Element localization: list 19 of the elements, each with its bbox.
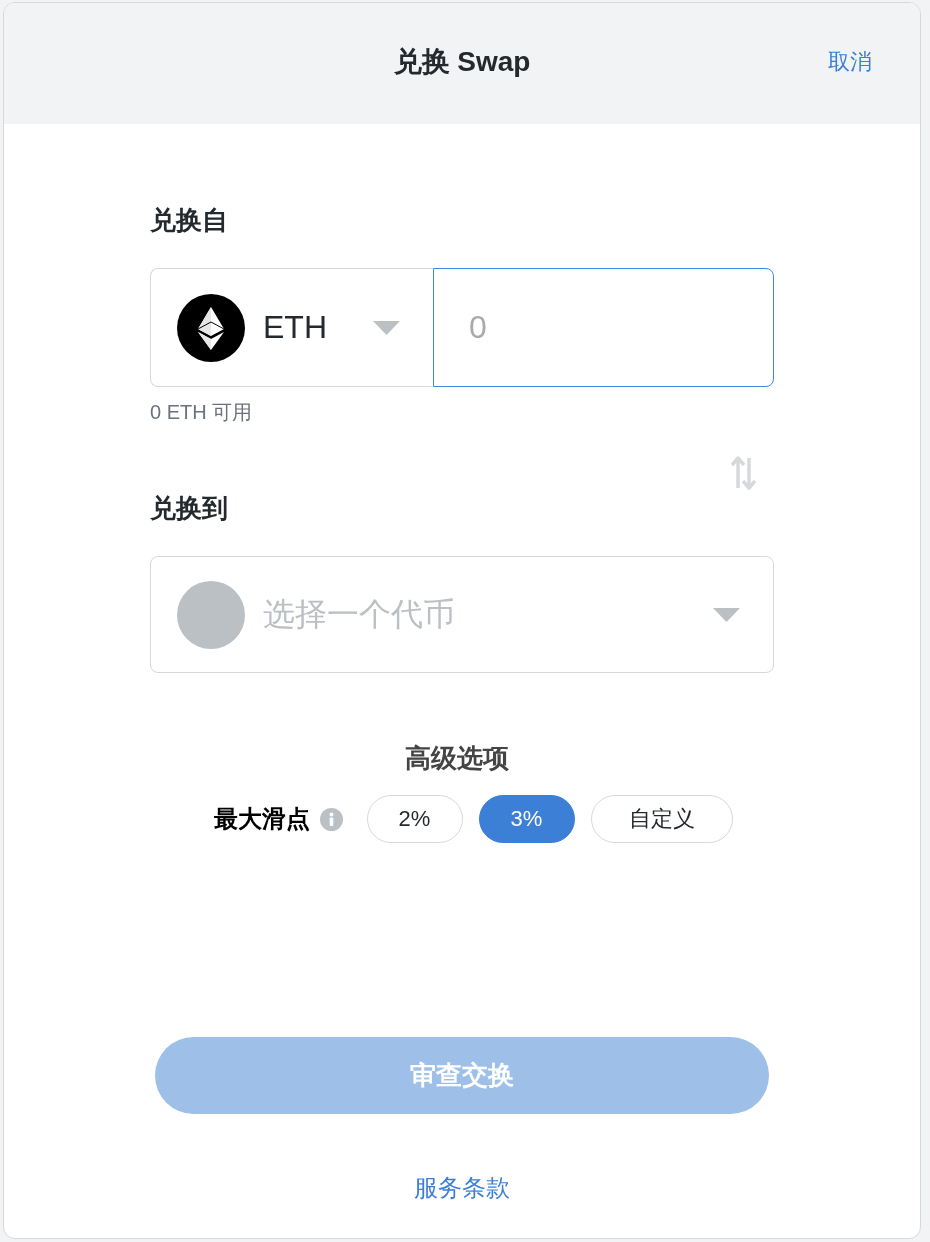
to-label: 兑换到 — [150, 492, 228, 525]
advanced-options-title: 高级选项 — [405, 742, 509, 775]
caret-icon — [373, 320, 400, 335]
amount-field[interactable]: 0 — [433, 268, 774, 387]
max-slippage-label: 最大滑点 — [213, 804, 310, 834]
cancel-link[interactable]: 取消 — [828, 46, 872, 77]
window-title: 兑换 Swap — [393, 44, 531, 79]
slippage-option[interactable]: 2% — [366, 795, 463, 843]
terms-of-service-link[interactable]: 服务条款 — [414, 1171, 510, 1205]
info-icon[interactable] — [319, 807, 343, 831]
slippage-option[interactable]: 自定义 — [590, 795, 733, 843]
caret-icon — [713, 607, 740, 622]
token-selector[interactable]: ETH — [150, 268, 433, 387]
from-label: 兑换自 — [150, 204, 228, 237]
swap-arrows-icon[interactable] — [731, 456, 756, 490]
balance-text: 0 ETH 可用 — [150, 400, 253, 425]
slippage-option[interactable]: 3% — [478, 795, 575, 843]
ethereum-icon — [177, 293, 245, 362]
token-placeholder-icon — [177, 580, 245, 649]
